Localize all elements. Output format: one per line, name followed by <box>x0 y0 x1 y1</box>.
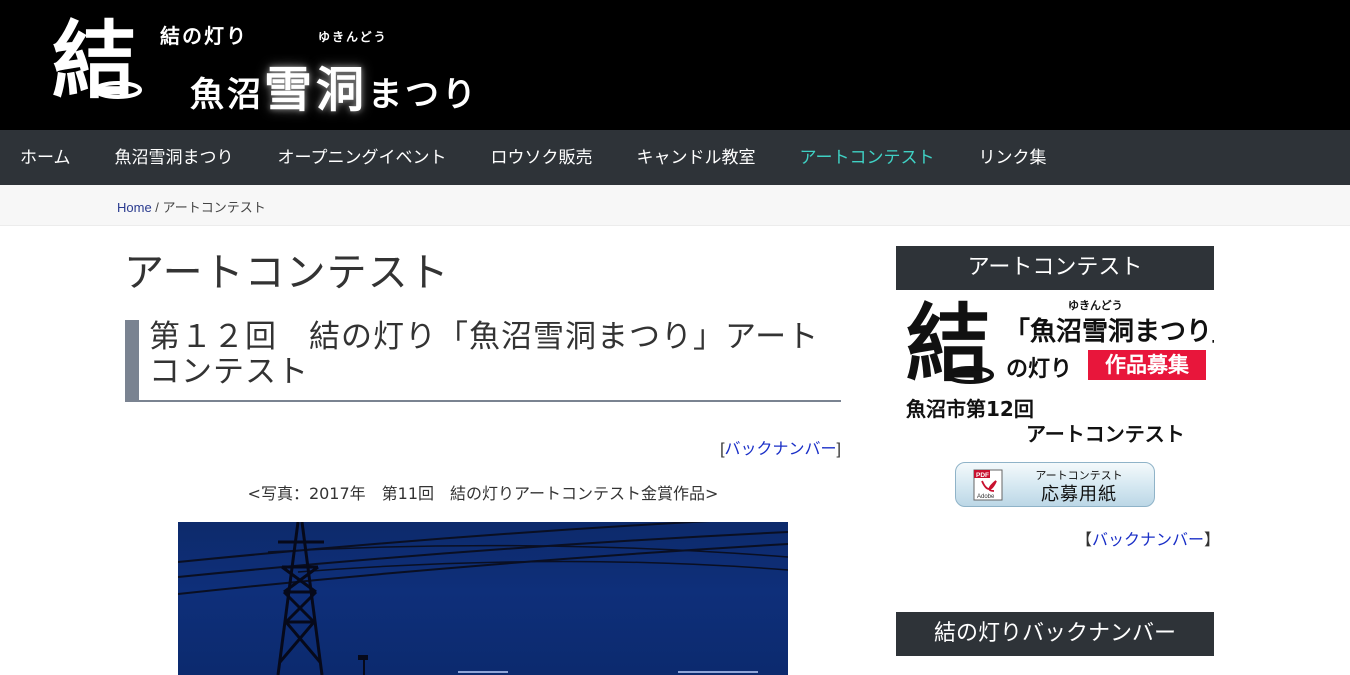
banner-city-edition: 魚沼市第12回 <box>906 397 1034 421</box>
bracket-close: 】 <box>1204 532 1221 549</box>
page-title: アートコンテスト <box>124 250 450 296</box>
breadcrumb-bar: Home / アートコンテスト <box>0 185 1350 226</box>
logo-main-a: 魚沼 <box>190 75 264 115</box>
back-number-link[interactable]: バックナンバー <box>725 441 837 458</box>
banner-festival-name: 「魚沼雪洞まつり」 <box>1004 317 1214 347</box>
banner-badge: 作品募集 <box>1088 350 1206 380</box>
back-number-link-main: [バックナンバー] <box>720 435 841 459</box>
sidebar-widget-title-art-contest: アートコンテスト <box>896 246 1214 290</box>
bracket-close: ] <box>836 441 841 458</box>
breadcrumb-current: アートコンテスト <box>162 200 266 215</box>
banner-no-akari: の灯り <box>1006 356 1073 382</box>
logo-main-c: まつり <box>368 75 480 115</box>
photo-scene-icon <box>178 522 788 675</box>
section-heading-line1: 第１２回 結の灯り「魚沼雪洞まつり」アート <box>149 319 820 355</box>
site-logo-title[interactable]: 魚沼雪洞まつり <box>190 50 479 120</box>
section-heading-line2: コンテスト <box>149 354 309 390</box>
back-number-link-sidebar: 【バックナンバー】 <box>1076 526 1220 550</box>
section-heading: 第１２回 結の灯り「魚沼雪洞まつり」アート コンテスト <box>125 320 841 402</box>
photo-caption: <写真：2017年 第11回 結の灯りアートコンテスト金賞作品> <box>247 484 719 503</box>
adobe-icon-label: Adobe <box>977 494 995 500</box>
brush-logo-icon[interactable]: 結 <box>52 12 142 104</box>
bracket-open: 【 <box>1076 532 1093 549</box>
global-nav: ホーム 魚沼雪洞まつり オープニングイベント ロウソク販売 キャンドル教室 アー… <box>0 130 1350 185</box>
nav-item-candle-class[interactable]: キャンドル教室 <box>614 130 777 185</box>
nav-item-festival[interactable]: 魚沼雪洞まつり <box>93 130 256 185</box>
pdf-button-large-label: 応募用紙 <box>1041 484 1117 505</box>
application-form-pdf-button[interactable]: PDF Adobe アートコンテスト 応募用紙 <box>955 462 1155 507</box>
breadcrumb-separator: / <box>151 200 163 215</box>
pdf-icon-label: PDF <box>976 472 989 479</box>
nav-item-links[interactable]: リンク集 <box>956 130 1068 185</box>
logo-subtitle: 結の灯り <box>160 24 248 48</box>
art-contest-banner[interactable]: 結 ゆきんどう 「魚沼雪洞まつり」 の灯り 作品募集 魚沼市第12回 アートコン… <box>896 293 1214 445</box>
nav-item-art-contest[interactable]: アートコンテスト <box>777 130 956 185</box>
logo-ruby: ゆきんどう <box>318 30 388 44</box>
logo-main-b: 雪洞 <box>264 62 369 118</box>
pdf-icon: PDF Adobe <box>973 469 1003 501</box>
nav-item-home[interactable]: ホーム <box>0 130 93 185</box>
breadcrumb-home-link[interactable]: Home <box>117 200 152 215</box>
site-header: 結 結の灯り ゆきんどう 魚沼雪洞まつり <box>0 0 1350 130</box>
contest-photo <box>178 522 788 675</box>
banner-art-contest: アートコンテスト <box>1026 422 1185 445</box>
brush-logo-icon: 結 <box>906 294 994 393</box>
sidebar-widget-title-back-numbers: 結の灯りバックナンバー <box>896 612 1214 656</box>
nav-item-opening-event[interactable]: オープニングイベント <box>256 130 469 185</box>
sidebar-back-number-link[interactable]: バックナンバー <box>1092 532 1204 549</box>
nav-item-candle-sales[interactable]: ロウソク販売 <box>468 130 614 185</box>
breadcrumb: Home / アートコンテスト <box>117 197 266 216</box>
